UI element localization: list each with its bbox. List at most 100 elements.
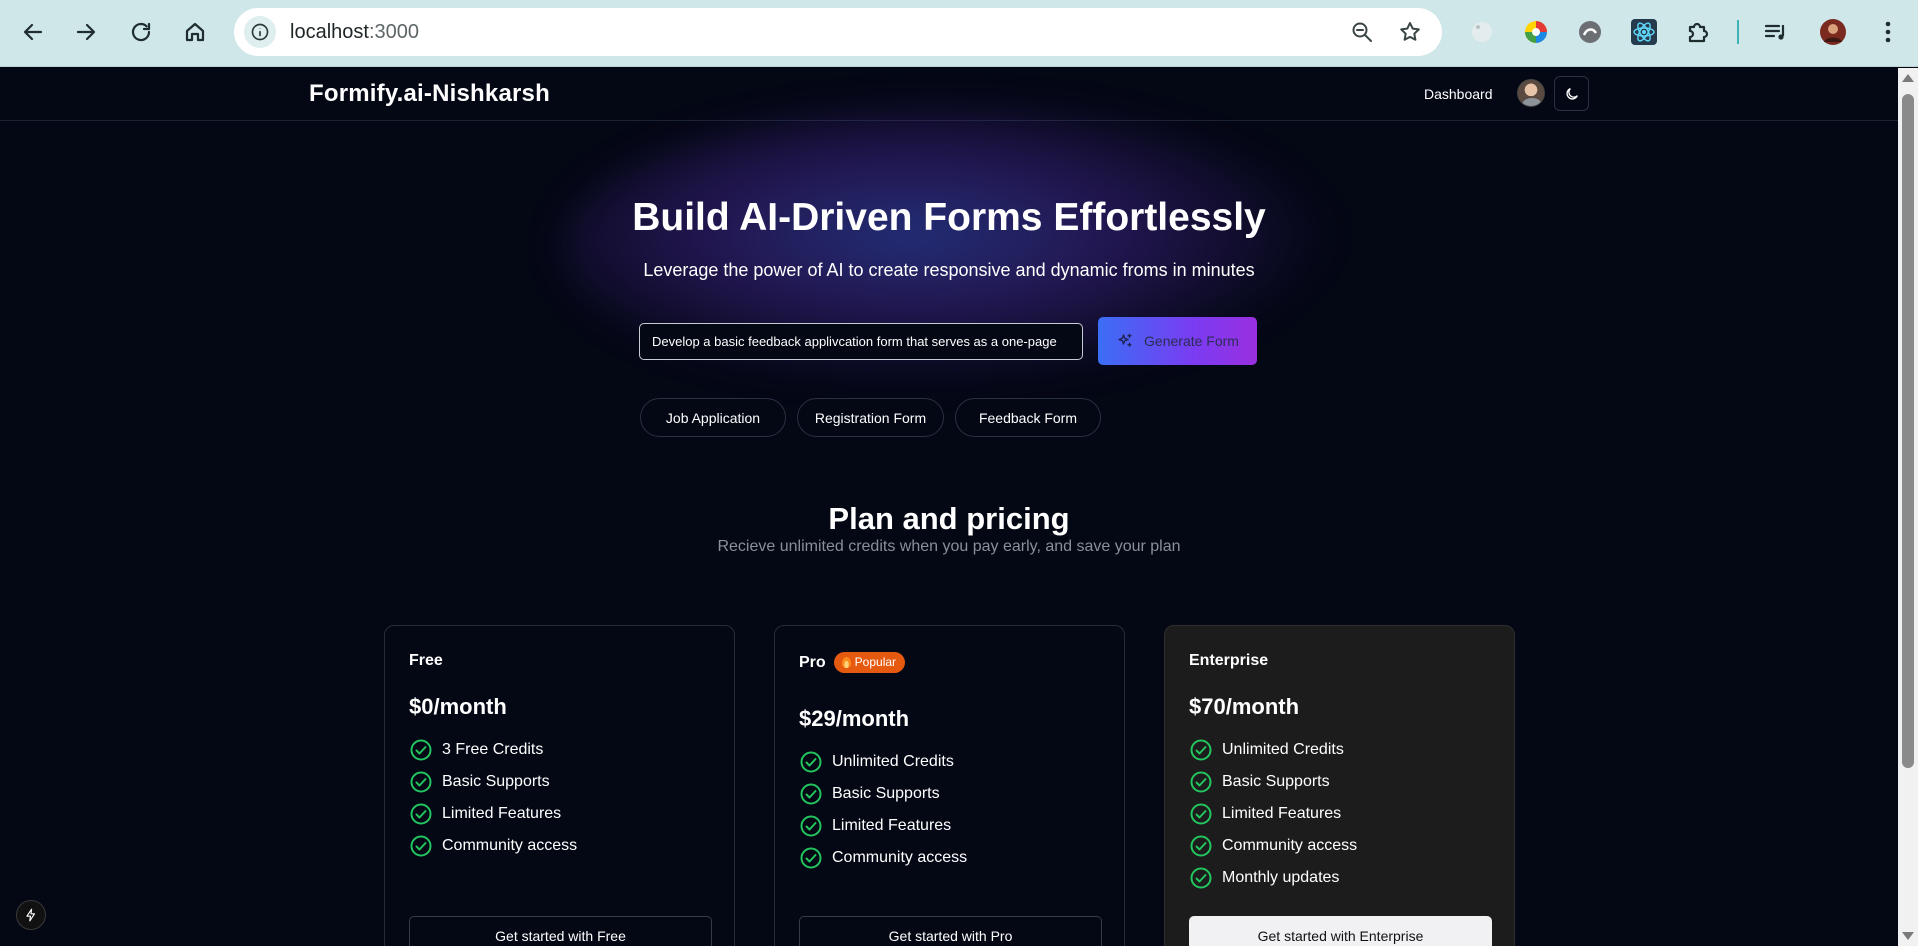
feature-text: Unlimited Credits xyxy=(832,753,954,770)
feature-text: Limited Features xyxy=(1222,805,1342,822)
feature-item: Basic Supports xyxy=(409,766,577,798)
feature-text: Monthly updates xyxy=(1222,869,1340,886)
feature-text: Unlimited Credits xyxy=(1222,741,1344,758)
check-circle-icon xyxy=(800,847,822,869)
profile-avatar-icon[interactable] xyxy=(1817,16,1849,48)
generate-form-button[interactable]: Generate Form xyxy=(1098,317,1257,365)
address-bar[interactable]: localhost:3000 xyxy=(234,8,1442,56)
plan-features: 3 Free Credits Basic Supports Limited Fe… xyxy=(409,734,577,862)
back-arrow-icon xyxy=(23,23,43,41)
check-circle-icon xyxy=(1190,803,1212,825)
bookmark-button[interactable] xyxy=(1396,18,1424,46)
site-info-button[interactable] xyxy=(244,16,276,48)
chip-registration-form[interactable]: Registration Form xyxy=(797,398,944,437)
hero-subtitle: Leverage the power of AI to create respo… xyxy=(643,260,1255,280)
plan-name: Free xyxy=(409,652,443,670)
brand-logo[interactable]: Formify.ai-Nishkarsh xyxy=(309,80,550,108)
feature-item: Community access xyxy=(799,842,967,874)
sparkles-icon xyxy=(1118,333,1132,347)
plan-price: $0/month xyxy=(409,694,507,719)
scroll-down-arrow[interactable] xyxy=(1902,932,1914,940)
scroll-up-arrow[interactable] xyxy=(1902,74,1914,82)
info-icon xyxy=(251,23,269,41)
chip-feedback-form[interactable]: Feedback Form xyxy=(955,398,1101,437)
page-viewport: Formify.ai-Nishkarsh Dashboard Build AI-… xyxy=(0,68,1898,946)
check-circle-icon xyxy=(800,815,822,837)
feature-item: Monthly updates xyxy=(1189,862,1357,894)
feature-item: Community access xyxy=(409,830,577,862)
toolbar-divider xyxy=(1737,20,1739,44)
feature-item: 3 Free Credits xyxy=(409,734,577,766)
color-picker-extension-icon[interactable] xyxy=(1520,16,1552,48)
plan-card-enterprise: Enterprise $70/month Unlimited Credits B… xyxy=(1164,625,1515,946)
plan-card-pro: Pro Popular $29/month Unlimited Credits … xyxy=(774,625,1125,946)
forward-button[interactable] xyxy=(66,12,106,52)
get-started-free-button[interactable]: Get started with Free xyxy=(409,916,712,946)
feature-text: Limited Features xyxy=(442,805,562,822)
check-circle-icon xyxy=(410,771,432,793)
plan-price: $70/month xyxy=(1189,694,1300,719)
dashboard-link[interactable]: Dashboard xyxy=(1424,86,1493,102)
lightning-icon xyxy=(26,908,36,922)
badge-text: Popular xyxy=(854,655,897,669)
home-button[interactable] xyxy=(175,12,215,52)
reload-button[interactable] xyxy=(121,12,161,52)
scroll-thumb[interactable] xyxy=(1902,94,1914,768)
feature-item: Community access xyxy=(1189,830,1357,862)
plan-name-text: Enterprise xyxy=(1189,652,1269,669)
check-circle-icon xyxy=(410,739,432,761)
check-circle-icon xyxy=(1190,867,1212,889)
feature-text: Basic Supports xyxy=(442,773,550,790)
feature-text: Limited Features xyxy=(832,817,952,834)
feature-item: Limited Features xyxy=(1189,798,1357,830)
extension-loading-icon[interactable] xyxy=(1466,16,1498,48)
feature-item: Unlimited Credits xyxy=(799,746,967,778)
page-scrollbar[interactable] xyxy=(1898,68,1918,946)
pricing-subtitle: Recieve unlimited credits when you pay e… xyxy=(717,538,1181,555)
extensions-puzzle-icon[interactable] xyxy=(1682,16,1714,48)
form-prompt-input[interactable] xyxy=(639,323,1083,360)
check-circle-icon xyxy=(1190,771,1212,793)
plan-name: Enterprise xyxy=(1189,652,1268,670)
gray-extension-icon[interactable] xyxy=(1574,16,1606,48)
reload-icon xyxy=(131,22,151,42)
feature-text: Community access xyxy=(442,837,578,854)
url-host: localhost xyxy=(290,21,369,43)
fire-icon xyxy=(841,656,851,668)
get-started-enterprise-button[interactable]: Get started with Enterprise xyxy=(1189,916,1492,946)
star-icon xyxy=(1400,22,1420,41)
feature-item: Basic Supports xyxy=(799,778,967,810)
browser-menu-icon[interactable] xyxy=(1872,16,1904,48)
dev-tools-button[interactable] xyxy=(16,900,46,930)
theme-toggle-button[interactable] xyxy=(1554,76,1589,111)
feature-text: 3 Free Credits xyxy=(442,741,544,758)
browser-toolbar: localhost:3000 xyxy=(0,0,1918,67)
forward-arrow-icon xyxy=(76,23,96,41)
user-avatar[interactable] xyxy=(1517,79,1545,107)
plan-features: Unlimited Credits Basic Supports Limited… xyxy=(799,746,967,874)
plan-name-text: Pro xyxy=(799,653,826,671)
check-circle-icon xyxy=(1190,835,1212,857)
get-started-pro-button[interactable]: Get started with Pro xyxy=(799,916,1102,946)
url-text[interactable]: localhost:3000 xyxy=(290,21,419,44)
check-circle-icon xyxy=(800,783,822,805)
plan-name: Pro Popular xyxy=(799,652,906,673)
feature-text: Basic Supports xyxy=(1222,773,1330,790)
zoom-icon xyxy=(1352,22,1372,42)
media-control-icon[interactable] xyxy=(1760,16,1792,48)
back-button[interactable] xyxy=(13,12,53,52)
feature-item: Unlimited Credits xyxy=(1189,734,1357,766)
pricing-title: Plan and pricing xyxy=(828,501,1070,536)
zoom-button[interactable] xyxy=(1348,18,1376,46)
moon-icon xyxy=(1565,87,1578,100)
feature-item: Limited Features xyxy=(799,810,967,842)
home-icon xyxy=(185,22,205,42)
feature-item: Limited Features xyxy=(409,798,577,830)
check-circle-icon xyxy=(1190,739,1212,761)
react-devtools-icon[interactable] xyxy=(1628,16,1660,48)
check-circle-icon xyxy=(800,751,822,773)
feature-text: Community access xyxy=(832,849,968,866)
url-port: :3000 xyxy=(368,21,419,43)
chip-job-application[interactable]: Job Application xyxy=(640,398,786,437)
feature-text: Community access xyxy=(1222,837,1358,854)
